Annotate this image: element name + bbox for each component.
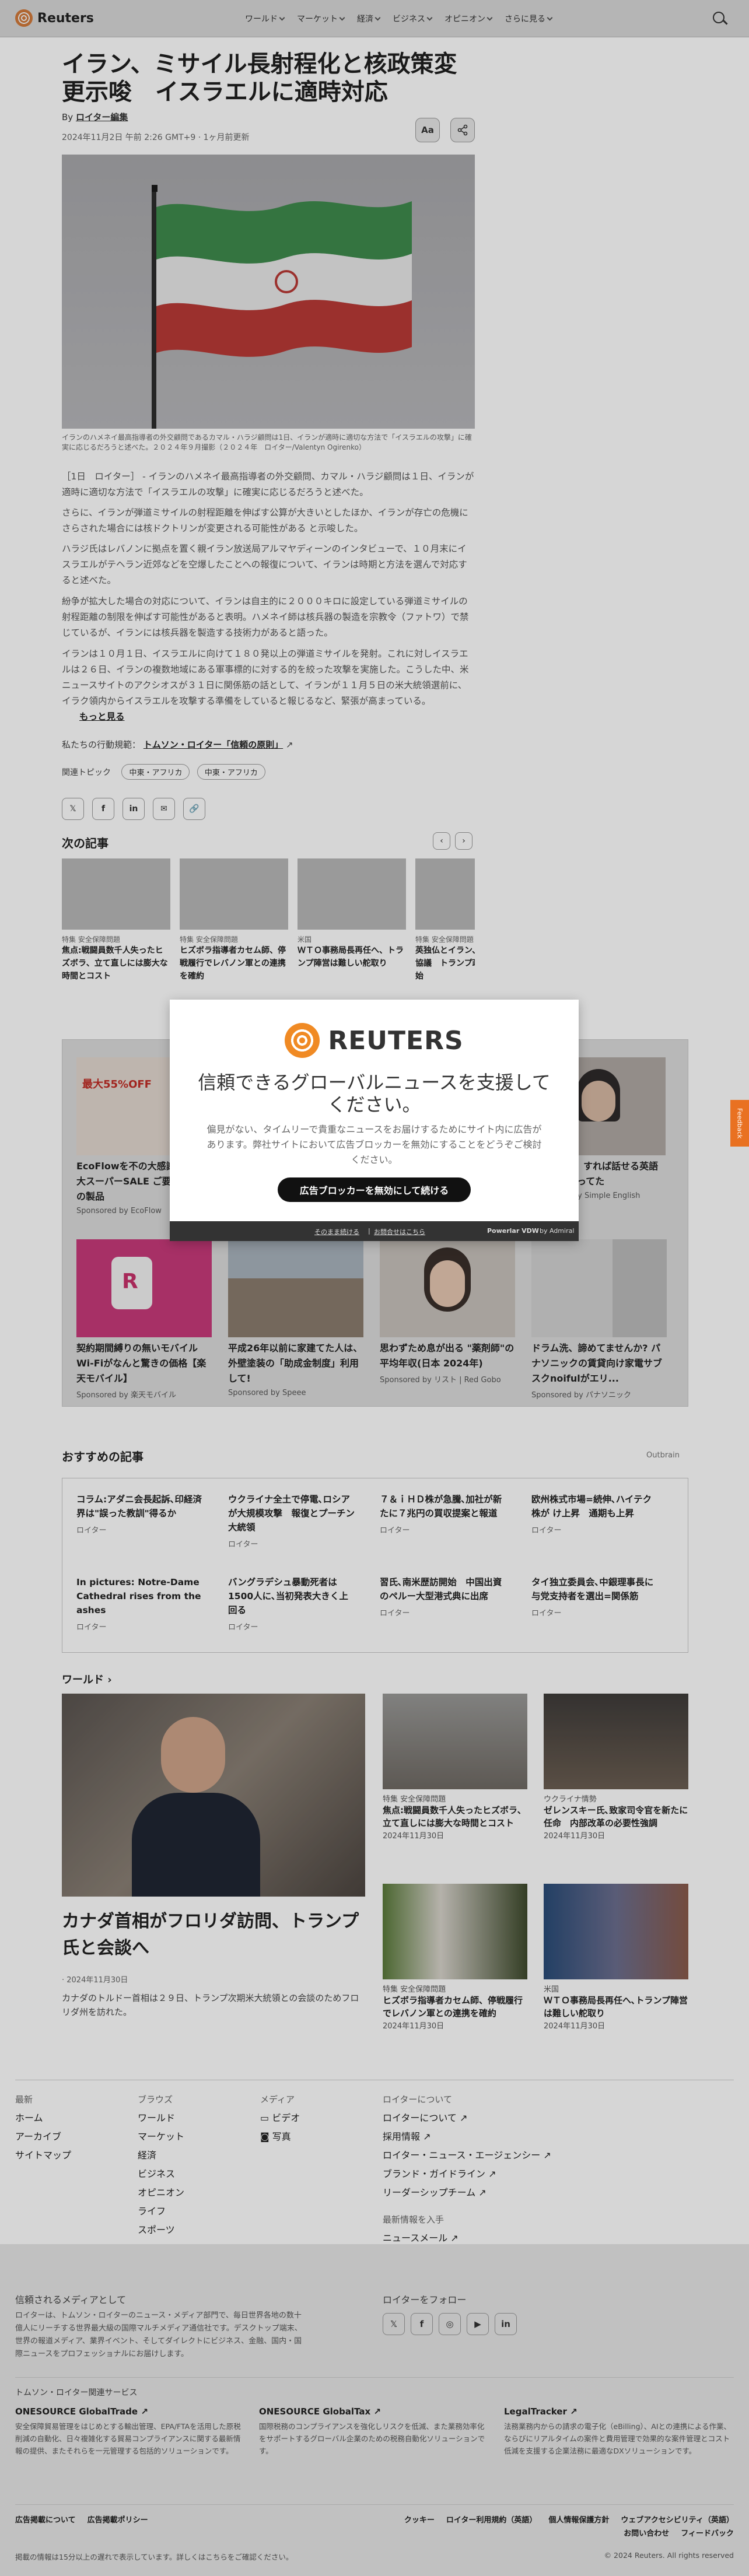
continue-link[interactable]: そのまま続ける bbox=[314, 1227, 359, 1236]
modal-title: 信頼できるグローバルニュースを支援してください。 bbox=[198, 1071, 551, 1116]
admiral-credit[interactable]: by Admiral bbox=[540, 1227, 574, 1235]
powered-by: Powerlar VDW bbox=[487, 1227, 539, 1235]
feedback-tab[interactable]: Feedback bbox=[730, 1100, 749, 1147]
disable-adblocker-button[interactable]: 広告ブロッカーを無効にして続ける bbox=[278, 1177, 471, 1202]
modal-reuters-logo: REUTERS bbox=[170, 1023, 579, 1058]
modal-brand: REUTERS bbox=[328, 1025, 464, 1056]
reuters-logo-icon bbox=[285, 1023, 320, 1058]
help-link[interactable]: お問合せはこちら bbox=[374, 1227, 425, 1236]
modal-description: 偏見がない、タイムリーで貴重なニュースをお届けするためにサイト内に広告があります… bbox=[206, 1124, 542, 1165]
modal-footer-bar: そのまま続ける | お問合せはこちら Powerlar VDW by Admir… bbox=[170, 1221, 579, 1241]
adblock-overlay bbox=[0, 0, 749, 2576]
adblock-modal: REUTERS 信頼できるグローバルニュースを支援してください。 偏見がない、タ… bbox=[170, 1000, 579, 1241]
